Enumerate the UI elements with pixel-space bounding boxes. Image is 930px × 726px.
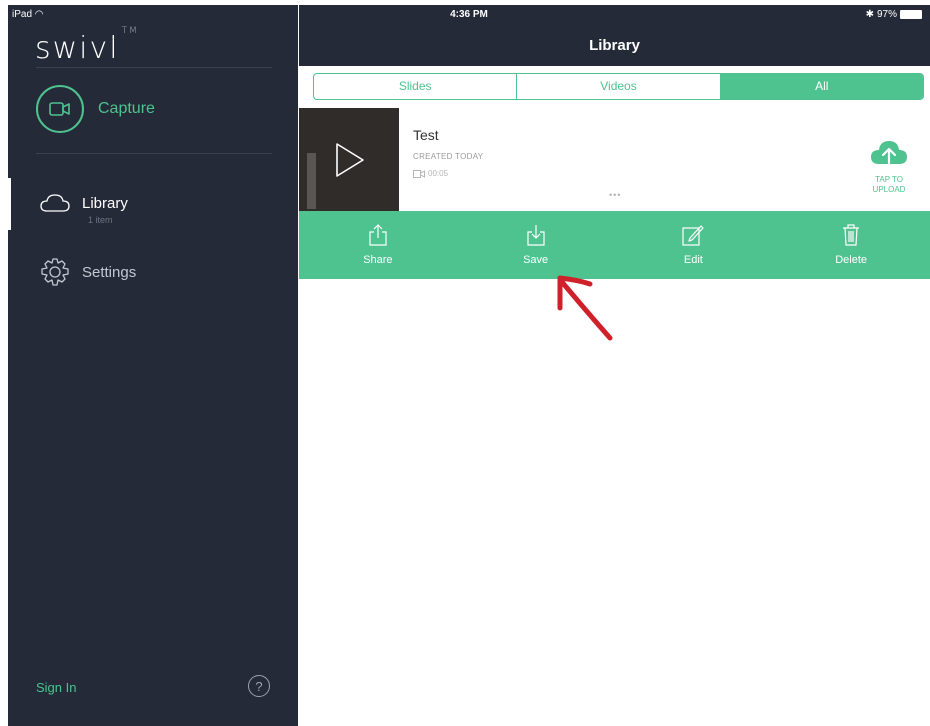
sign-in-link[interactable]: Sign In — [36, 680, 76, 695]
swivl-logo: swivl TM — [35, 26, 139, 66]
tab-all[interactable]: All — [720, 74, 923, 99]
annotation-arrow — [557, 275, 613, 341]
active-indicator — [8, 178, 11, 230]
bluetooth-icon: ✱ — [865, 9, 874, 20]
capture-icon-circle — [36, 85, 84, 133]
duration-value: 00:05 — [428, 169, 449, 178]
sidebar-item-library[interactable]: Library 1 item — [40, 193, 128, 225]
divider — [36, 153, 272, 154]
play-icon — [336, 143, 364, 177]
video-thumbnail[interactable] — [299, 108, 399, 211]
edit-label: Edit — [683, 254, 703, 266]
page-title: Library — [589, 37, 640, 54]
sidebar-item-label: Library — [82, 194, 128, 212]
trash-icon — [843, 224, 860, 246]
cloud-upload-icon — [871, 141, 907, 165]
capture-button[interactable]: Capture — [36, 85, 155, 133]
help-button[interactable]: ? — [248, 675, 270, 697]
upload-button[interactable]: TAP TO UPLOAD — [854, 138, 924, 195]
status-time: 4:36 PM — [450, 9, 488, 20]
thumbnail-detail — [307, 153, 316, 209]
divider — [36, 67, 272, 68]
delete-label: Delete — [835, 254, 868, 266]
sidebar-item-settings[interactable]: Settings — [40, 257, 136, 287]
library-item[interactable]: Test CREATED TODAY 00:05 ••• TAP TO UPLO… — [299, 108, 930, 211]
tab-slides[interactable]: Slides — [314, 74, 518, 99]
more-icon[interactable]: ••• — [609, 190, 621, 200]
filter-tabs: Slides Videos All — [313, 73, 924, 100]
library-count: 1 item — [88, 215, 113, 225]
sidebar-item-label: Settings — [82, 263, 137, 281]
delete-button[interactable]: Delete — [772, 211, 930, 279]
status-bar: iPad ◠ 4:36 PM ✱ 97% — [8, 5, 930, 27]
capture-label: Capture — [98, 100, 155, 117]
share-label: Share — [363, 254, 393, 266]
edit-icon — [682, 225, 704, 246]
gear-icon — [41, 258, 69, 286]
item-duration: 00:05 — [413, 169, 448, 178]
edit-button[interactable]: Edit — [615, 211, 773, 279]
cloud-icon — [40, 194, 70, 212]
battery-icon — [900, 10, 922, 19]
ipad-screen: iPad ◠ 4:36 PM ✱ 97% swivl TM Capture Li… — [8, 5, 930, 726]
sidebar: swivl TM Capture Library 1 item Settings… — [8, 5, 298, 726]
video-icon — [413, 169, 425, 178]
share-icon — [369, 224, 387, 246]
share-button[interactable]: Share — [299, 211, 457, 279]
upload-label: TAP TO UPLOAD — [872, 175, 906, 194]
tab-videos[interactable]: Videos — [517, 74, 721, 99]
save-label: Save — [523, 254, 549, 266]
save-icon — [527, 225, 545, 246]
item-created: CREATED TODAY — [413, 152, 484, 161]
video-camera-icon — [49, 102, 70, 116]
battery-percent: 97% — [876, 9, 897, 20]
item-title: Test — [413, 127, 439, 143]
battery-indicator: ✱ 97% — [866, 9, 922, 20]
